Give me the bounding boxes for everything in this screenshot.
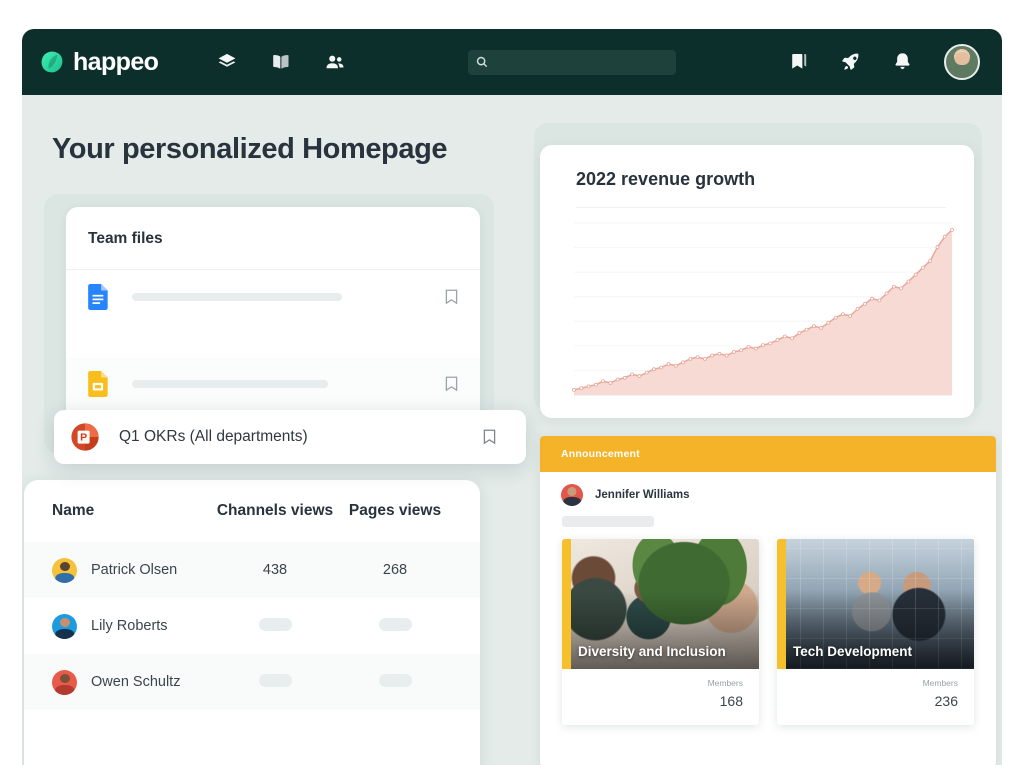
divider (576, 207, 946, 208)
value-placeholder (378, 617, 412, 631)
avatar (52, 613, 77, 639)
search-input[interactable] (492, 56, 677, 68)
file-row[interactable] (66, 358, 480, 410)
file-row[interactable] (66, 271, 480, 323)
column-header-pages-views: Pages views (348, 502, 442, 519)
bell-icon[interactable] (892, 51, 914, 73)
people-icon[interactable] (324, 51, 346, 73)
members-label: Members (922, 678, 958, 688)
top-navbar: happeo (22, 29, 1002, 95)
brand-name: happeo (73, 47, 159, 76)
table-row[interactable]: Patrick Olsen 438 268 (24, 542, 480, 598)
value-placeholder (258, 617, 292, 631)
tile-footer: Members 168 (562, 669, 759, 725)
stats-table-card: Name Channels views Pages views Patrick … (24, 480, 480, 765)
cell-pages-views (340, 673, 450, 691)
navbar-left: happeo (40, 47, 346, 76)
file-name-placeholder (132, 380, 328, 388)
tile-title: Tech Development (793, 644, 913, 659)
announcement-banner: Announcement (540, 436, 996, 472)
google-slides-icon (88, 371, 110, 397)
announcement-author: Jennifer Williams (540, 472, 996, 506)
office-collaboration-photo: Tech Development (777, 539, 974, 669)
channel-tiles: Diversity and Inclusion Members 168 Tech (540, 527, 996, 725)
rocket-icon[interactable] (840, 51, 862, 73)
bookmark-outline-icon[interactable] (445, 376, 458, 392)
page-body: Your personalized Homepage Team files P … (22, 95, 1002, 765)
layers-icon[interactable] (216, 51, 238, 73)
leaf-icon (40, 50, 64, 74)
search-box[interactable] (468, 49, 677, 75)
chart-title: 2022 revenue growth (576, 169, 756, 189)
members-count: 236 (934, 693, 958, 709)
brand-logo[interactable]: happeo (40, 47, 159, 76)
revenue-area-chart (558, 215, 958, 405)
table-row[interactable]: Owen Schultz (24, 654, 480, 710)
search-icon (475, 55, 489, 69)
user-name: Patrick Olsen (91, 562, 178, 578)
powerpoint-icon: P (70, 422, 100, 452)
file-name-placeholder (132, 293, 342, 301)
cell-pages-views: 268 (382, 562, 408, 578)
highlighted-file-label: Q1 OKRs (All departments) (119, 428, 308, 445)
team-high-five-photo: Diversity and Inclusion (562, 539, 759, 669)
cell-name: Lily Roberts (52, 613, 210, 639)
avatar (52, 557, 77, 583)
navbar-nav-items (216, 51, 346, 73)
bookmark-outline-icon[interactable] (483, 429, 496, 445)
avatar (561, 484, 583, 506)
channel-tile-tech-development[interactable]: Tech Development Members 236 (777, 539, 974, 725)
cell-channels-views (210, 617, 340, 635)
value-placeholder (258, 673, 292, 687)
announcement-card: Announcement Jennifer Williams Diversity… (540, 436, 996, 765)
announcement-body-placeholder (562, 516, 654, 527)
book-icon[interactable] (270, 51, 292, 73)
svg-text:P: P (80, 432, 87, 444)
bookmark-outline-icon[interactable] (445, 289, 458, 305)
navbar-right (788, 44, 980, 80)
tile-footer: Members 236 (777, 669, 974, 725)
table-header-row: Name Channels views Pages views (24, 480, 480, 542)
user-name: Owen Schultz (91, 674, 181, 690)
avatar[interactable] (944, 44, 980, 80)
value-placeholder (378, 673, 412, 687)
page-title: Your personalized Homepage (52, 133, 448, 165)
bookmark-icon[interactable] (788, 51, 810, 73)
team-files-title: Team files (88, 230, 163, 247)
tile-accent-bar (777, 539, 786, 669)
channel-tile-diversity-and-inclusion[interactable]: Diversity and Inclusion Members 168 (562, 539, 759, 725)
cell-pages-views (340, 617, 450, 635)
members-count: 168 (719, 693, 743, 709)
column-header-channels-views: Channels views (216, 502, 334, 519)
tile-title: Diversity and Inclusion (578, 644, 726, 659)
announcement-label: Announcement (561, 448, 640, 460)
highlighted-file-row[interactable]: P Q1 OKRs (All departments) (54, 410, 526, 464)
cell-channels-views (210, 673, 340, 691)
revenue-chart-card: 2022 revenue growth (540, 145, 974, 418)
app-root: happeo Your personalized Homepage Team f… (0, 0, 1024, 765)
cell-channels-views: 438 (262, 562, 288, 578)
navbar-search-area (346, 49, 788, 75)
column-header-name: Name (52, 502, 95, 519)
avatar (52, 669, 77, 695)
members-label: Members (707, 678, 743, 688)
user-name: Lily Roberts (91, 618, 168, 634)
cell-name: Patrick Olsen (52, 557, 210, 583)
divider (66, 269, 480, 270)
tile-accent-bar (562, 539, 571, 669)
author-name: Jennifer Williams (595, 489, 690, 501)
cell-name: Owen Schultz (52, 669, 210, 695)
google-docs-icon (88, 284, 110, 310)
table-row[interactable]: Lily Roberts (24, 598, 480, 654)
